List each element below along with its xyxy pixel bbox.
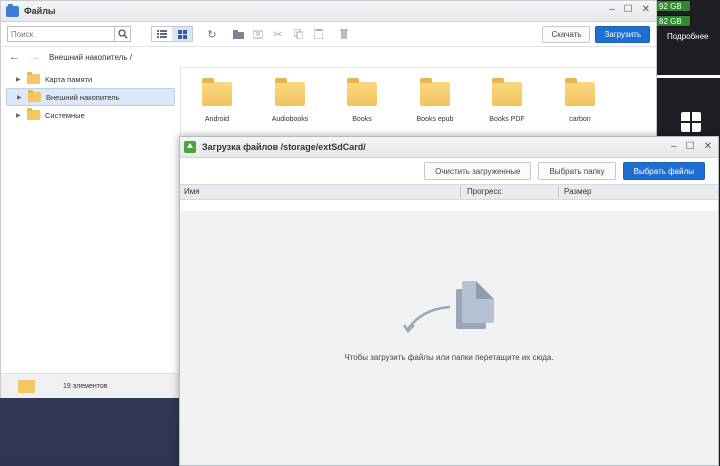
grid-view-icon[interactable] bbox=[172, 27, 192, 41]
drop-arrow-icon bbox=[402, 305, 451, 333]
dialog-toolbar: Очистить загруженные Выбрать папку Выбра… bbox=[180, 158, 718, 184]
document-icon bbox=[456, 281, 494, 329]
folder-icon bbox=[492, 78, 522, 106]
upload-dialog-titlebar[interactable]: Загрузка файлов /storage/extSdCard/ – ☐ … bbox=[180, 137, 718, 158]
toolbar: ↻ ✂ Скачать Загрузить bbox=[1, 22, 656, 47]
folder-item[interactable]: Audiobooks bbox=[260, 78, 320, 123]
paste-icon[interactable] bbox=[311, 27, 325, 41]
folder-item[interactable]: Android bbox=[187, 78, 247, 123]
column-name[interactable]: Имя bbox=[184, 187, 200, 196]
folder-name: carbon bbox=[569, 116, 591, 123]
sidebar-item-memory-card[interactable]: ▶ Карта памяти bbox=[6, 71, 175, 87]
expand-icon[interactable]: ▶ bbox=[16, 112, 24, 119]
folder-icon bbox=[27, 108, 40, 120]
rename-icon[interactable] bbox=[251, 27, 265, 41]
column-separator bbox=[558, 186, 559, 198]
divider bbox=[655, 75, 720, 78]
sidebar-item-external-storage[interactable]: ▶ Внешний накопитель bbox=[6, 88, 175, 106]
expand-icon[interactable]: ▶ bbox=[16, 76, 24, 83]
folder-item[interactable]: Books epub bbox=[405, 78, 465, 123]
minimize-icon[interactable]: – bbox=[671, 141, 677, 152]
files-titlebar[interactable]: Файлы – ☐ ✕ bbox=[1, 1, 656, 22]
expand-icon[interactable]: ▶ bbox=[17, 94, 25, 101]
back-icon[interactable]: ← bbox=[9, 51, 20, 63]
upload-table-header: Имя Прогресс Размер bbox=[180, 184, 718, 200]
more-link[interactable]: Подробнее bbox=[667, 32, 709, 41]
breadcrumb[interactable]: Внешний накопитель / bbox=[49, 53, 132, 62]
view-toggle bbox=[151, 26, 193, 42]
forward-icon[interactable]: → bbox=[29, 51, 40, 63]
choose-files-button[interactable]: Выбрать файлы bbox=[622, 162, 705, 180]
folder-name: Books PDF bbox=[489, 116, 525, 123]
sidebar-item-label: Карта памяти bbox=[45, 74, 93, 84]
cut-icon[interactable]: ✂ bbox=[271, 27, 285, 41]
clear-uploaded-button[interactable]: Очистить загруженные bbox=[424, 162, 532, 180]
sidebar-item-label: Внешний накопитель bbox=[46, 92, 120, 102]
search-input[interactable] bbox=[8, 29, 114, 39]
breadcrumb-bar: ← → Внешний накопитель / bbox=[1, 47, 656, 68]
folder-item[interactable]: Books bbox=[332, 78, 392, 123]
choose-folder-button[interactable]: Выбрать папку bbox=[538, 162, 616, 180]
maximize-icon[interactable]: ☐ bbox=[624, 4, 633, 15]
folder-name: Books bbox=[352, 116, 372, 123]
folder-icon bbox=[347, 78, 377, 106]
item-count: 19 элементов bbox=[63, 382, 108, 390]
folder-icon bbox=[420, 78, 450, 106]
folder-icon bbox=[18, 379, 35, 393]
window-title: Файлы bbox=[24, 6, 56, 16]
minimize-icon[interactable]: – bbox=[609, 4, 615, 15]
close-icon[interactable]: ✕ bbox=[642, 4, 650, 15]
storage-badge-2: 82 GB bbox=[655, 15, 691, 27]
drop-zone[interactable]: Чтобы загрузить файлы или папки перетащи… bbox=[180, 211, 718, 465]
delete-icon[interactable] bbox=[337, 27, 351, 41]
sidebar-item-label: Системные bbox=[45, 110, 85, 120]
search-icon[interactable] bbox=[114, 27, 130, 41]
close-icon[interactable]: ✕ bbox=[704, 141, 712, 152]
folder-name: Android bbox=[204, 116, 230, 123]
search-box bbox=[7, 26, 131, 42]
list-view-icon[interactable] bbox=[152, 27, 172, 41]
maximize-icon[interactable]: ☐ bbox=[686, 141, 695, 152]
copy-icon[interactable] bbox=[291, 27, 305, 41]
column-separator bbox=[460, 186, 461, 198]
folder-item[interactable]: Books PDF bbox=[477, 78, 537, 123]
dialog-title: Загрузка файлов /storage/extSdCard/ bbox=[202, 142, 366, 152]
column-size[interactable]: Размер bbox=[564, 187, 592, 196]
new-folder-icon[interactable] bbox=[231, 27, 245, 41]
sidebar-item-system[interactable]: ▶ Системные bbox=[6, 107, 175, 123]
folder-icon bbox=[28, 90, 41, 102]
refresh-icon[interactable]: ↻ bbox=[205, 27, 219, 41]
app-tile-icon[interactable] bbox=[681, 112, 701, 132]
folder-icon bbox=[202, 78, 232, 106]
status-bar: 19 элементов bbox=[1, 373, 180, 398]
folder-name: Audiobooks bbox=[271, 116, 309, 123]
upload-button[interactable]: Загрузить bbox=[595, 26, 650, 43]
folder-icon bbox=[275, 78, 305, 106]
folder-item[interactable]: carbon bbox=[550, 78, 610, 123]
folder-icon bbox=[27, 72, 40, 84]
upload-icon bbox=[184, 141, 196, 153]
storage-badge-1: 92 GB bbox=[655, 0, 691, 12]
folder-grid: Android Audiobooks Books Books epub Book… bbox=[181, 66, 656, 146]
drop-hint: Чтобы загрузить файлы или папки перетащи… bbox=[344, 353, 554, 362]
files-app-icon bbox=[6, 3, 19, 17]
upload-dialog: Загрузка файлов /storage/extSdCard/ – ☐ … bbox=[179, 136, 719, 466]
column-progress[interactable]: Прогресс bbox=[467, 187, 501, 196]
folder-name: Books epub bbox=[416, 116, 454, 123]
sidebar: ▶ Карта памяти ▶ Внешний накопитель ▶ Си… bbox=[1, 66, 181, 398]
download-button[interactable]: Скачать bbox=[542, 26, 591, 43]
folder-icon bbox=[565, 78, 595, 106]
